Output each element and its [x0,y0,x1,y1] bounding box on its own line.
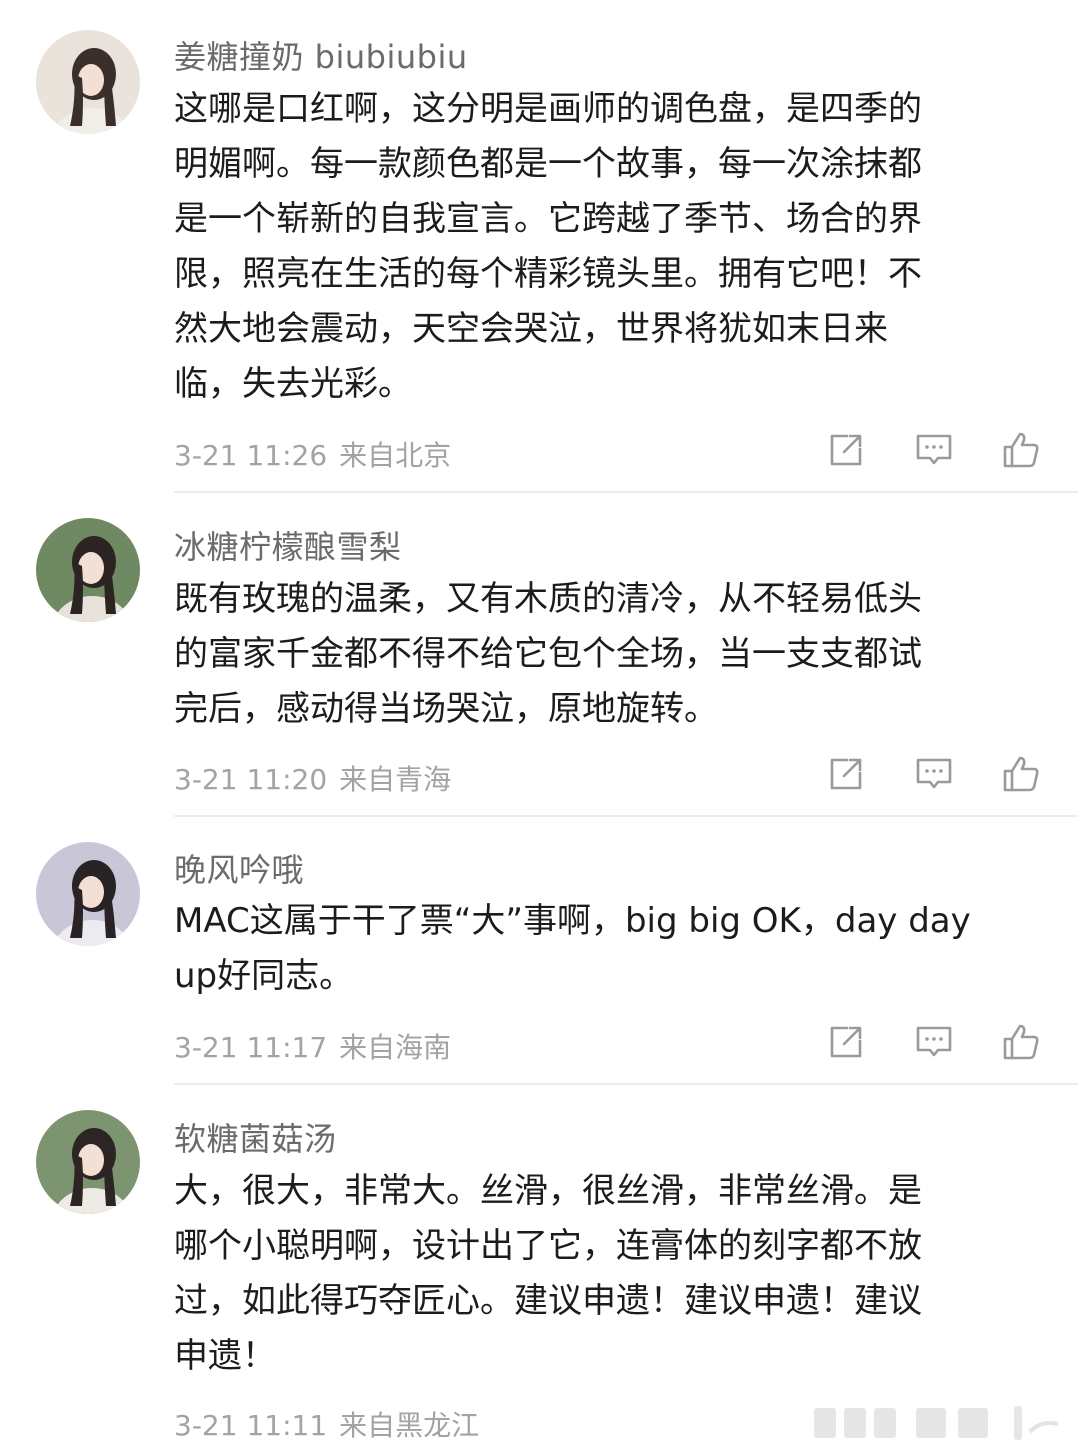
divider [174,815,1078,817]
like-icon[interactable] [1001,1022,1041,1062]
comment-location: 来自北京 [339,439,452,472]
comment-line: 既有玫瑰的温柔，又有木质的清冷，从不轻易低头 [174,579,922,619]
comment-username[interactable]: 冰糖柠檬酿雪梨 [174,522,402,568]
comment-time: 3-21 11:17 [174,1031,328,1064]
comment-text: 既有玫瑰的温柔，又有木质的清冷，从不轻易低头 的富家千金都不得不给它包个全场，当… [174,572,1034,737]
comment-line: MAC这属于干了票“大”事啊，big big OK，day day [174,901,971,941]
comment-line: 大，很大，非常大。丝滑，很丝滑，非常丝滑。是 [174,1171,922,1211]
avatar[interactable] [36,842,140,946]
comment-location: 来自黑龙江 [339,1409,480,1442]
comment-line: 哪个小聪明啊，设计出了它，连膏体的刻字都不放 [174,1226,922,1266]
comment-actions [826,754,1046,798]
like-icon[interactable] [1001,754,1041,794]
comment-line: 明媚啊。每一款颜色都是一个故事，每一次涂抹都 [174,144,922,184]
comment-username[interactable]: 姜糖撞奶 biubiubiu [174,32,468,78]
share-icon[interactable] [826,430,866,470]
comment-line: 申遗！ [174,1336,276,1376]
comment-text: MAC这属于干了票“大”事啊，big big OK，day day up好同志。 [174,894,1034,1004]
comment-line: 是一个崭新的自我宣言。它跨越了季节、场合的界 [174,199,922,239]
comment-location: 来自海南 [339,1031,452,1064]
comment-line: up好同志。 [174,956,354,996]
comment-text: 大，很大，非常大。丝滑，很丝滑，非常丝滑。是 哪个小聪明啊，设计出了它，连膏体的… [174,1164,1034,1384]
share-icon[interactable] [826,1022,866,1062]
comment-line: 完后，感动得当场哭泣，原地旋转。 [174,689,718,729]
comment-meta: 3-21 11:26 来自北京 [174,434,451,474]
comment-line: 临，失去光彩。 [174,364,412,404]
comment-line: 这哪是口红啊，这分明是画师的调色盘，是四季的 [174,89,922,129]
comment-line: 的富家千金都不得不给它包个全场，当一支支都试 [174,634,922,674]
divider [174,1083,1078,1085]
comment-meta: 3-21 11:20 来自青海 [174,758,451,798]
comment-username[interactable]: 软糖菌菇汤 [174,1114,337,1160]
avatar[interactable] [36,518,140,622]
comment-line: 然大地会震动，天空会哭泣，世界将犹如末日来 [174,309,888,349]
comment-text: 这哪是口红啊，这分明是画师的调色盘，是四季的 明媚啊。每一款颜色都是一个故事，每… [174,82,1034,412]
watermark [808,1402,1072,1446]
comment-meta: 3-21 11:17 来自海南 [174,1026,451,1066]
share-icon[interactable] [826,754,866,794]
comment-username[interactable]: 晚风吟哦 [174,845,304,891]
comment-line: 限，照亮在生活的每个精彩镜头里。拥有它吧！不 [174,254,922,294]
comment-time: 3-21 11:20 [174,763,328,796]
comment-time: 3-21 11:11 [174,1409,328,1442]
avatar[interactable] [36,30,140,134]
comment-icon[interactable] [914,430,954,470]
comment-line: 过，如此得巧夺匠心。建议申遗！建议申遗！建议 [174,1281,922,1321]
comment-meta: 3-21 11:11 来自黑龙江 [174,1404,479,1444]
comment-icon[interactable] [914,754,954,794]
comment-icon[interactable] [914,1022,954,1062]
comment-time: 3-21 11:26 [174,439,328,472]
comment-actions [826,430,1046,474]
avatar[interactable] [36,1110,140,1214]
comment-actions [826,1022,1046,1066]
like-icon[interactable] [1001,430,1041,470]
comment-location: 来自青海 [339,763,452,796]
divider [174,491,1078,493]
